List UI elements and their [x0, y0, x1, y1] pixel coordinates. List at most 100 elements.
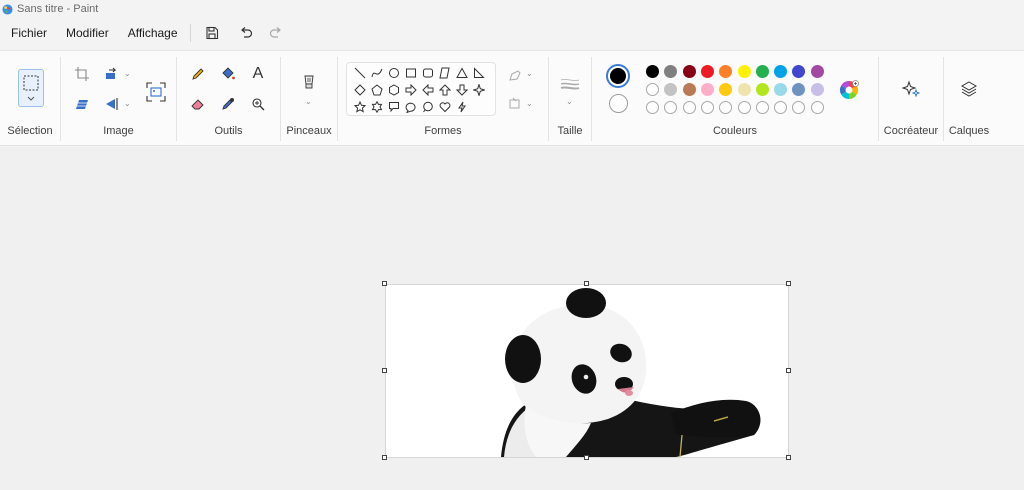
text-button[interactable]: A	[247, 63, 269, 85]
six-point-star-shape-button[interactable]	[368, 98, 385, 115]
chevron-down-icon[interactable]: ⌄	[124, 99, 131, 108]
oval-icon	[388, 67, 399, 78]
outline-button[interactable]	[504, 65, 526, 87]
line-shape-button[interactable]	[351, 64, 368, 81]
menu-view[interactable]: Affichage	[120, 19, 186, 47]
magnifier-button[interactable]	[247, 93, 269, 115]
right-triangle-shape-button[interactable]	[470, 64, 487, 81]
color-swatch[interactable]	[682, 65, 696, 78]
down-arrow-shape-button[interactable]	[453, 81, 470, 98]
fill-button[interactable]	[217, 63, 239, 85]
color-swatch[interactable]	[719, 83, 733, 96]
color-swatch[interactable]	[700, 83, 714, 96]
save-button[interactable]	[197, 19, 227, 47]
rounded-rectangle-shape-button[interactable]	[419, 64, 436, 81]
color-swatch[interactable]	[646, 83, 659, 96]
custom-color-slot[interactable]	[664, 101, 678, 114]
crop-button[interactable]	[71, 63, 93, 85]
resize-handle[interactable]	[786, 281, 791, 286]
triangle-shape-button[interactable]	[453, 64, 470, 81]
hexagon-shape-button[interactable]	[385, 81, 402, 98]
chevron-down-icon[interactable]: ⌄	[526, 69, 533, 78]
custom-color-slot[interactable]	[755, 101, 769, 114]
color-swatch[interactable]	[719, 65, 733, 78]
color-picker-button[interactable]	[217, 93, 239, 115]
polygon-shape-button[interactable]	[436, 64, 453, 81]
resize-handle[interactable]	[382, 368, 387, 373]
resize-handle[interactable]	[382, 281, 387, 286]
color-swatch[interactable]	[682, 83, 696, 96]
chevron-down-icon[interactable]: ⌄	[305, 97, 312, 106]
diamond-shape-button[interactable]	[351, 81, 368, 98]
left-arrow-shape-button[interactable]	[419, 81, 436, 98]
custom-color-slot[interactable]	[774, 101, 788, 114]
color-swatch[interactable]	[700, 65, 714, 78]
color-swatch[interactable]	[646, 65, 659, 78]
brush-button[interactable]	[298, 73, 320, 95]
color-swatch[interactable]	[792, 83, 806, 96]
chevron-down-icon[interactable]: ⌄	[526, 99, 533, 108]
resize-handle[interactable]	[382, 455, 387, 460]
right-arrow-shape-button[interactable]	[402, 81, 419, 98]
color-swatch[interactable]	[755, 83, 769, 96]
up-arrow-shape-button[interactable]	[436, 81, 453, 98]
color-swatch[interactable]	[774, 65, 788, 78]
selection-button[interactable]	[18, 69, 44, 107]
menu-edit[interactable]: Modifier	[58, 19, 117, 47]
custom-color-slot[interactable]	[682, 101, 696, 114]
oval-callout-shape-button[interactable]	[402, 98, 419, 115]
color-swatch[interactable]	[664, 83, 678, 96]
redo-button[interactable]	[261, 19, 291, 47]
resize-handle[interactable]	[584, 455, 589, 460]
custom-color-slot[interactable]	[646, 101, 659, 114]
group-image: ⌄ ⌄ Image	[61, 51, 176, 147]
pencil-button[interactable]	[187, 63, 209, 85]
lightning-shape-button[interactable]	[453, 98, 470, 115]
layers-button[interactable]	[958, 78, 980, 100]
panda-image	[501, 288, 761, 457]
color-swatch[interactable]	[810, 65, 824, 78]
curve-shape-button[interactable]	[368, 64, 385, 81]
rectangle-icon	[405, 68, 416, 77]
eraser-button[interactable]	[187, 93, 209, 115]
custom-color-slot[interactable]	[792, 101, 806, 114]
rectangle-shape-button[interactable]	[402, 64, 419, 81]
color-swatch[interactable]	[737, 65, 751, 78]
resize-handle[interactable]	[584, 281, 589, 286]
color-swatch[interactable]	[755, 65, 769, 78]
redo-icon	[269, 27, 281, 38]
secondary-color-button[interactable]	[609, 94, 628, 113]
oval-shape-button[interactable]	[385, 64, 402, 81]
four-point-star-shape-button[interactable]	[470, 81, 487, 98]
drawing-canvas[interactable]	[382, 281, 791, 460]
chevron-down-icon[interactable]: ⌄	[566, 97, 573, 106]
fill-shape-button[interactable]	[504, 93, 526, 115]
five-point-star-shape-button[interactable]	[351, 98, 368, 115]
edit-colors-button[interactable]	[838, 79, 860, 101]
color-swatch[interactable]	[664, 65, 678, 78]
heart-shape-button[interactable]	[436, 98, 453, 115]
chevron-down-icon[interactable]: ⌄	[124, 69, 131, 78]
primary-color-button[interactable]	[606, 64, 630, 88]
custom-color-slot[interactable]	[700, 101, 714, 114]
color-swatch[interactable]	[792, 65, 806, 78]
cloud-callout-shape-button[interactable]	[419, 98, 436, 115]
custom-color-slot[interactable]	[810, 101, 824, 114]
resize-handle[interactable]	[786, 455, 791, 460]
resize-handle[interactable]	[786, 368, 791, 373]
cocreator-button[interactable]	[900, 78, 922, 100]
undo-button[interactable]	[231, 19, 261, 47]
custom-color-slot[interactable]	[719, 101, 733, 114]
image-properties-button[interactable]	[143, 79, 169, 105]
rotate-button[interactable]	[101, 63, 123, 85]
menu-file[interactable]: Fichier	[3, 19, 55, 47]
pentagon-shape-button[interactable]	[368, 81, 385, 98]
rectangular-callout-shape-button[interactable]	[385, 98, 402, 115]
color-swatch[interactable]	[810, 83, 824, 96]
custom-color-slot[interactable]	[737, 101, 751, 114]
resize-button[interactable]	[71, 93, 93, 115]
color-swatch[interactable]	[737, 83, 751, 96]
flip-button[interactable]	[101, 93, 123, 115]
color-swatch[interactable]	[774, 83, 788, 96]
size-button[interactable]	[559, 73, 581, 95]
